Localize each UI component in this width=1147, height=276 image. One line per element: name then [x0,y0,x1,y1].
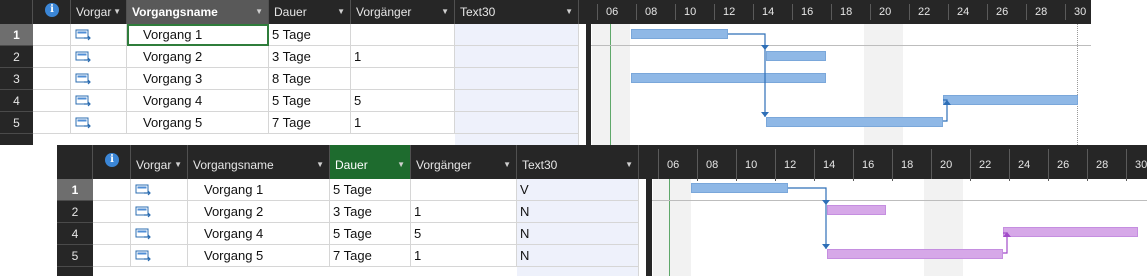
top-project-view: i Vorgar ▼ Vorgangsname ▼ Dauer ▼ Vorgän… [0,0,1091,145]
bottom-project-view: i Vorgar ▼ Vorgangsname ▼ Dauer ▼ Vorgän… [57,145,1147,276]
bottom-dependency-links [788,187,1011,254]
top-dependency-links [728,33,951,122]
